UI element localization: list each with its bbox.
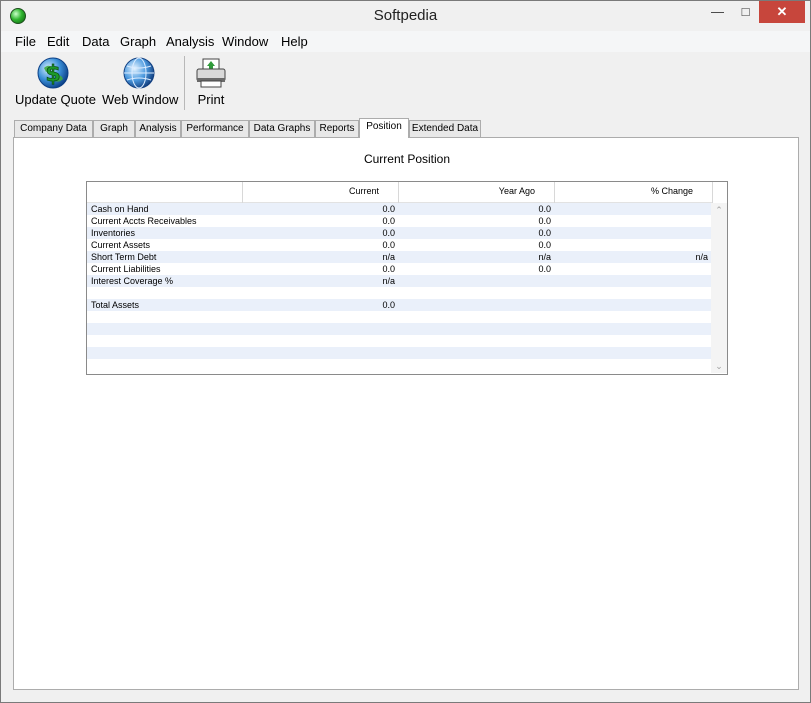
menu-bar: File Edit Data Graph Analysis Window Hel… [1,31,810,52]
title-bar: Softpedia — □ ✕ [1,1,810,31]
app-window: Softpedia — □ ✕ File Edit Data Graph Ana… [0,0,811,703]
table-row[interactable]: Current Accts Receivables 0.0 0.0 [87,215,711,227]
update-quote-button[interactable]: $ Update Quote [15,56,96,107]
tab-analysis[interactable]: Analysis [135,120,181,138]
row-label: Current Accts Receivables [91,216,197,226]
toolbar: $ Update Quote Web Window Print [1,52,810,116]
cell-year-ago: 0.0 [538,228,551,238]
tab-data-graphs[interactable]: Data Graphs [249,120,315,138]
row-label: Total Assets [91,300,140,310]
close-button[interactable]: ✕ [759,1,805,23]
column-divider[interactable] [554,182,555,203]
menu-graph[interactable]: Graph [120,34,156,49]
cell-year-ago: 0.0 [538,204,551,214]
table-row[interactable]: Current Assets 0.0 0.0 [87,239,711,251]
row-label: Current Liabilities [91,264,161,274]
tab-reports[interactable]: Reports [315,120,359,138]
row-label: Current Assets [91,240,151,250]
column-header-pct-change[interactable]: % Change [651,186,693,196]
scroll-up-icon[interactable]: ⌃ [711,203,727,217]
table-row[interactable] [87,323,711,335]
menu-help[interactable]: Help [281,34,308,49]
column-header-year-ago[interactable]: Year Ago [499,186,535,196]
tab-performance[interactable]: Performance [181,120,249,138]
menu-window[interactable]: Window [222,34,268,49]
table-row[interactable] [87,311,711,323]
grid-rows: Cash on Hand 0.0 0.0 Current Accts Receivab… [87,203,711,373]
table-row[interactable]: Inventories 0.0 0.0 [87,227,711,239]
column-divider[interactable] [242,182,243,203]
row-label: Short Term Debt [91,252,157,262]
cell-year-ago: 0.0 [538,216,551,226]
tab-graph[interactable]: Graph [93,120,135,138]
update-quote-label: Update Quote [15,92,96,107]
tab-extended-data[interactable]: Extended Data [409,120,481,138]
table-row[interactable] [87,347,711,359]
cell-current: 0.0 [382,240,395,250]
cell-current: 0.0 [382,228,395,238]
cell-current: 0.0 [382,204,395,214]
minimize-button[interactable]: — [704,1,731,23]
table-row[interactable]: Current Liabilities 0.0 0.0 [87,263,711,275]
maximize-button[interactable]: □ [732,1,759,23]
row-label: Inventories [91,228,136,238]
print-button[interactable]: Print [191,56,231,107]
tab-position[interactable]: Position [359,118,409,138]
cell-year-ago: 0.0 [538,240,551,250]
web-window-button[interactable]: Web Window [102,56,179,107]
vertical-scrollbar[interactable]: ⌃ ⌄ [711,203,727,373]
dollar-globe-icon: $ [37,57,69,89]
table-row[interactable] [87,359,711,371]
cell-current: n/a [382,252,395,262]
panel-title: Current Position [363,152,451,166]
row-label: Cash on Hand [91,204,149,214]
cell-year-ago: n/a [538,252,551,262]
menu-analysis[interactable]: Analysis [166,34,214,49]
print-label: Print [197,92,225,107]
column-divider[interactable] [712,182,713,203]
table-row[interactable]: Short Term Debt n/a n/a n/a [87,251,711,263]
cell-year-ago: 0.0 [538,264,551,274]
scroll-down-icon[interactable]: ⌄ [711,359,727,373]
position-panel: Current Position Current Year Ago % Chan… [13,137,799,690]
table-row[interactable]: Interest Coverage % n/a [87,275,711,287]
cell-current: n/a [382,276,395,286]
window-title: Softpedia [373,7,438,24]
cell-pct-change: n/a [695,252,708,262]
toolbar-separator [184,56,185,110]
row-label: Interest Coverage % [91,276,174,286]
table-row[interactable]: Cash on Hand 0.0 0.0 [87,203,711,215]
column-header-current[interactable]: Current [349,186,379,196]
svg-text:$: $ [45,62,60,87]
web-window-label: Web Window [102,92,179,107]
menu-edit[interactable]: Edit [47,34,69,49]
cell-current: 0.0 [382,216,395,226]
menu-file[interactable]: File [15,34,36,49]
web-globe-icon [123,57,155,89]
cell-current: 0.0 [382,300,395,310]
table-row[interactable] [87,287,711,299]
table-row[interactable] [87,335,711,347]
tab-company-data[interactable]: Company Data [14,120,93,138]
position-grid: Current Year Ago % Change Cash on Hand 0.… [86,181,728,375]
menu-data[interactable]: Data [82,34,109,49]
column-divider[interactable] [398,182,399,203]
table-row[interactable]: Total Assets 0.0 [87,299,711,311]
printer-icon [196,58,226,88]
grid-header: Current Year Ago % Change [87,182,713,203]
cell-current: 0.0 [382,264,395,274]
